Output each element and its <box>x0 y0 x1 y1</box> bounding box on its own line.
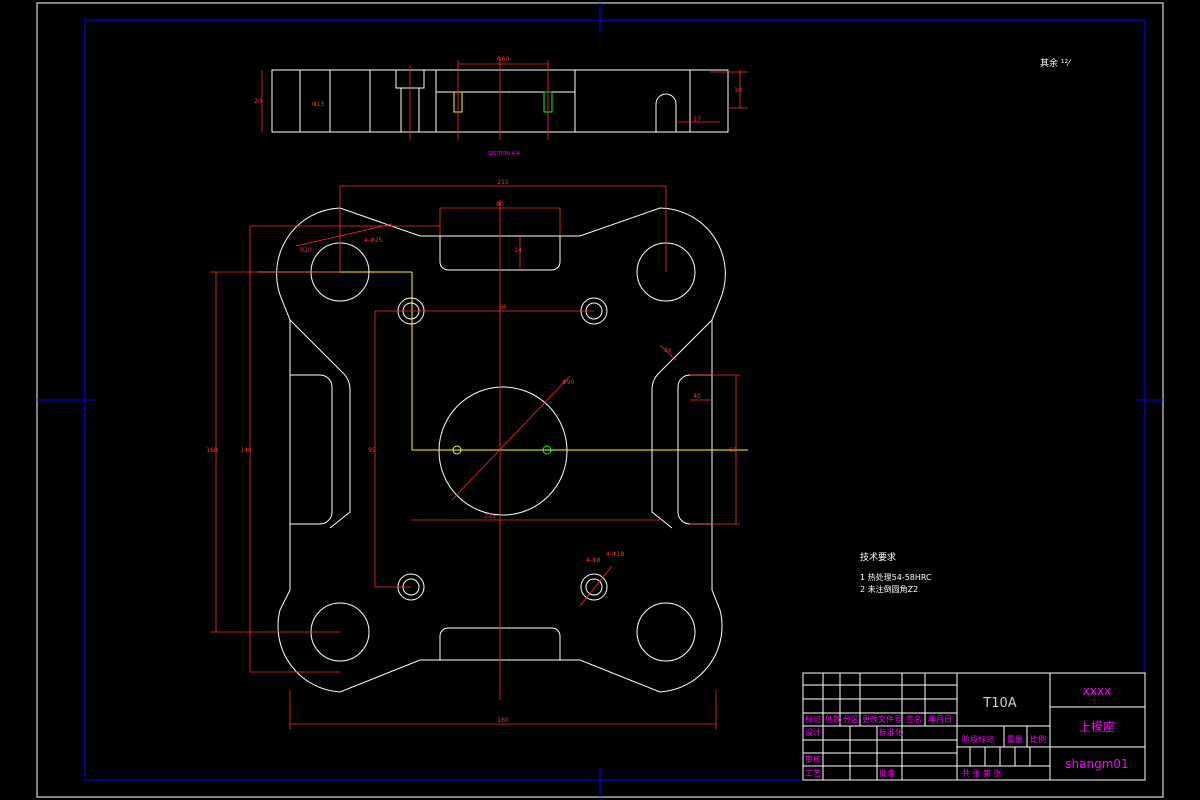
dim-slot-depth: 14 <box>514 247 522 254</box>
dim-bottom-total: 160 <box>497 717 509 724</box>
dim-section-height-left: 20 <box>254 98 262 105</box>
dimension-lines <box>210 185 748 730</box>
surface-finish-note: 其余 ¹²⁄ <box>1040 57 1072 69</box>
tb-label-sheet: 共 张 第 张 <box>962 768 1002 778</box>
dim-center-diam: Φ90 <box>562 379 575 386</box>
tb-label-review: 审核 <box>805 754 821 764</box>
tb-label-change: 更改文件号 <box>862 714 902 724</box>
tb-label-count: 处数 <box>825 714 841 724</box>
tb-label-sign: 签名 <box>906 714 922 724</box>
drawing-frame <box>36 2 1164 798</box>
tb-label-weight: 重量 <box>1007 734 1023 744</box>
tb-label-scale: 比例 <box>1030 734 1046 744</box>
tech-item-1: 1 热处理54-58HRC <box>860 572 932 582</box>
dim-section-slot: 17 <box>693 116 701 123</box>
tb-company: xxxx <box>1083 684 1111 698</box>
dim-chamfer: 3x <box>664 347 672 354</box>
tb-label-process: 工艺 <box>805 769 821 778</box>
dim-hole-diam: 4-Φ25 <box>364 237 383 244</box>
section-view <box>261 60 748 140</box>
dim-section-width: Φ60 <box>497 56 510 63</box>
tb-label-design: 设计 <box>805 727 821 737</box>
dim-left-outer: 160 <box>206 447 218 454</box>
dim-center: 66 <box>499 304 507 311</box>
dim-small-hole: 4-Φ8 <box>586 557 601 564</box>
tech-item-2: 2 未注倒圆角Z2 <box>860 584 918 594</box>
tb-label-stage: 阶段标记 <box>962 734 994 744</box>
cad-drawing: SECTION A-A Φ60 20 10 17 Φ13 215 80 14 R… <box>36 2 1164 798</box>
dim-bottom-inner: 215 <box>484 513 496 520</box>
dim-small-hole2: 4-Φ18 <box>606 551 625 558</box>
dim-section-height-right: 10 <box>734 87 742 94</box>
tb-label-date: 年月日 <box>928 714 952 724</box>
tb-drawing-no: shangm01 <box>1065 757 1128 771</box>
tb-part-name: 上模座 <box>1079 719 1115 734</box>
dim-section-note: Φ13 <box>312 101 325 108</box>
dim-top-width: 215 <box>497 179 509 186</box>
dim-left-inner: 140 <box>240 447 252 454</box>
dim-slot-width: 80 <box>496 201 504 208</box>
title-block: 标记 处数 分区 更改文件号 签名 年月日 设计 审核 工艺 标准化 批准 阶段… <box>802 672 1146 781</box>
tb-material: T10A <box>982 696 1016 711</box>
tech-title: 技术要求 <box>860 551 896 563</box>
tech-requirements: 技术要求 1 热处理54-58HRC 2 未注倒圆角Z2 <box>860 551 932 594</box>
tb-label-approve: 批准 <box>879 768 895 778</box>
section-label: SECTION A-A <box>488 151 521 157</box>
dim-right-slot: 40 <box>693 393 701 400</box>
tb-label-standard: 标准化 <box>879 727 903 737</box>
dim-left-mid: 95 <box>368 447 376 454</box>
tb-label-zone: 分区 <box>843 715 859 724</box>
dim-right-side: 60 <box>729 447 737 454</box>
tb-label-mark: 标记 <box>805 714 821 724</box>
dim-hole-radius: R20 <box>300 247 312 254</box>
